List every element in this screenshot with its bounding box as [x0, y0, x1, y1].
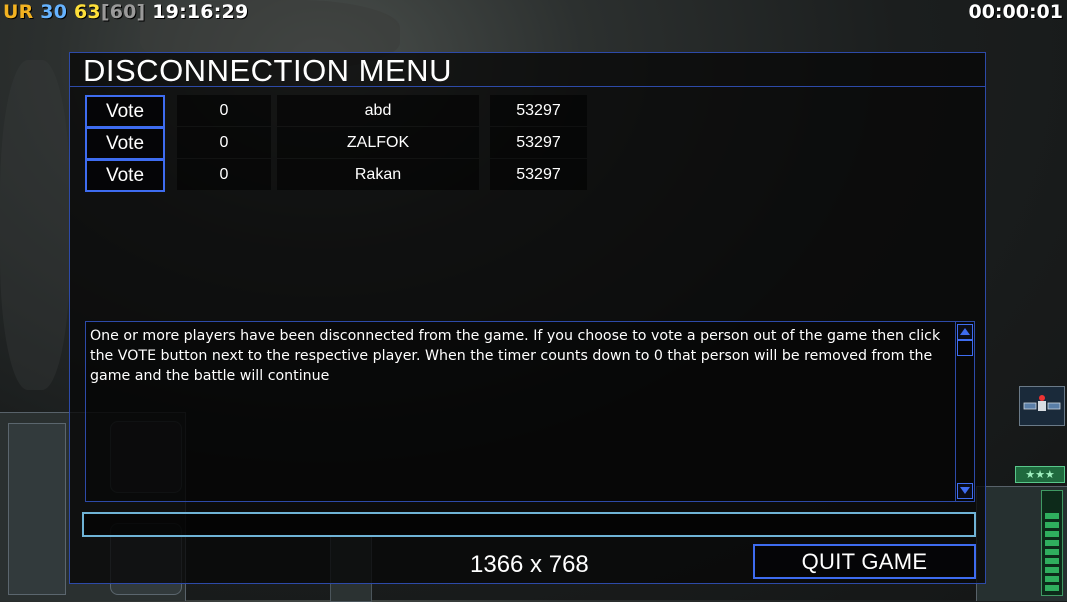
system-clock: 19:16:29 [152, 1, 249, 23]
vote-button[interactable]: Vote [85, 95, 165, 128]
scroll-down-arrow-icon[interactable] [957, 483, 973, 499]
stat-a: 30 [40, 1, 68, 23]
hud-stats: UR 30 63[60] 19:16:29 [3, 1, 248, 23]
chat-input[interactable] [82, 512, 976, 537]
power-segment [1045, 522, 1059, 528]
vote-count: 0 [177, 127, 271, 158]
dialog-title-bar: DISCONNECTION MENU [70, 53, 985, 88]
power-segment [1045, 576, 1059, 582]
player-id: 53297 [490, 95, 587, 126]
disconnection-dialog: DISCONNECTION MENU Vote 0 abd 53297 Vote… [69, 52, 986, 584]
quit-game-button[interactable]: QUIT GAME [753, 544, 976, 579]
power-segment [1045, 549, 1059, 555]
satellite-icon[interactable] [1019, 386, 1065, 426]
background-terrain [0, 60, 70, 390]
player-id: 53297 [490, 159, 587, 190]
faction-label: UR [3, 1, 34, 23]
scrollbar[interactable] [955, 322, 974, 501]
rank-stars-icon: ★★★ [1015, 466, 1065, 483]
power-segment [1045, 585, 1059, 591]
power-meter [1041, 490, 1063, 596]
power-segment [1045, 567, 1059, 573]
vote-button[interactable]: Vote [85, 127, 165, 160]
vote-button[interactable]: Vote [85, 159, 165, 192]
message-box: One or more players have been disconnect… [85, 321, 975, 502]
player-name: abd [277, 95, 479, 126]
scroll-thumb[interactable] [957, 340, 973, 356]
power-segment [1045, 513, 1059, 519]
power-segment [1045, 540, 1059, 546]
player-name: Rakan [277, 159, 479, 190]
vote-count: 0 [177, 95, 271, 126]
power-segment [1045, 531, 1059, 537]
stat-cap: [60] [100, 1, 146, 23]
unit-slot[interactable] [8, 423, 66, 595]
dialog-title: DISCONNECTION MENU [83, 53, 452, 88]
resolution-label: 1366 x 768 [470, 551, 589, 578]
stat-b: 63 [73, 1, 101, 23]
vote-count: 0 [177, 159, 271, 190]
player-id: 53297 [490, 127, 587, 158]
game-timer: 00:00:01 [968, 1, 1063, 23]
message-text: One or more players have been disconnect… [90, 328, 941, 384]
power-segment [1045, 558, 1059, 564]
player-name: ZALFOK [277, 127, 479, 158]
scroll-up-arrow-icon[interactable] [957, 324, 973, 340]
